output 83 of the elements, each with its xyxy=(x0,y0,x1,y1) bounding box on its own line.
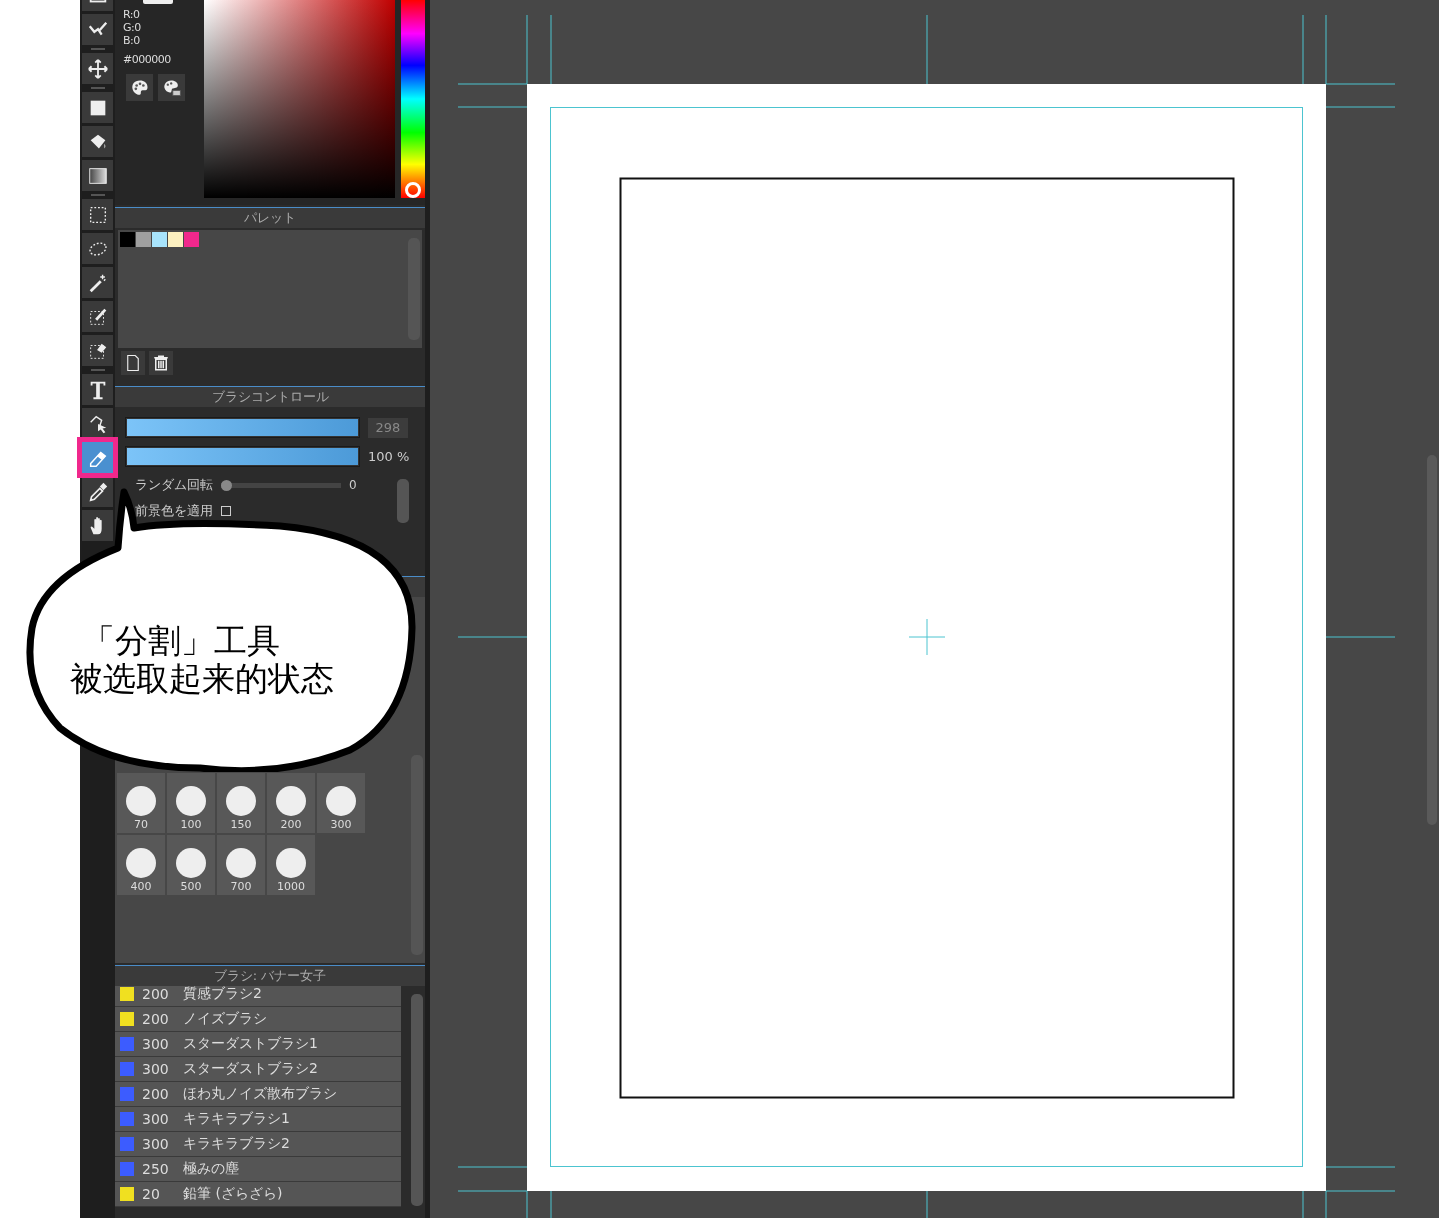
palette-swatch[interactable] xyxy=(152,232,167,247)
brush-name: 鉛筆 (ざらざら) xyxy=(183,1185,283,1203)
size-value[interactable]: 298 xyxy=(368,417,408,438)
tool-button[interactable] xyxy=(82,476,113,507)
scrollbar[interactable] xyxy=(411,994,423,1206)
brush-size-tile[interactable]: 1000 xyxy=(267,835,315,895)
slider-thumb[interactable] xyxy=(405,182,422,198)
palette-swatch[interactable] xyxy=(184,232,199,247)
brush-size: 300 xyxy=(142,1061,170,1077)
brush-name: 極みの塵 xyxy=(183,1160,239,1178)
panel-title: ブラシコントロール xyxy=(211,388,329,406)
hue-slider[interactable] xyxy=(401,0,425,198)
tool-button[interactable] xyxy=(82,267,113,298)
new-page-button[interactable] xyxy=(121,351,145,375)
tool-button[interactable] xyxy=(82,233,113,264)
callout-text: 被选取起来的状态 xyxy=(70,660,335,698)
option-label: 前景色を適用 xyxy=(135,502,213,520)
brush-row[interactable]: 250 極みの塵 xyxy=(115,1157,401,1182)
tool-button[interactable] xyxy=(82,199,113,230)
brush-size: 300 xyxy=(142,1036,170,1052)
brush-row[interactable]: 300 キラキラブラシ1 xyxy=(115,1107,401,1132)
brush-row[interactable]: 300 スターダストブラシ1 xyxy=(115,1032,401,1057)
channel-value: R:0 xyxy=(123,8,141,21)
scrollbar[interactable] xyxy=(397,479,409,523)
brush-name: キラキラブラシ1 xyxy=(183,1110,290,1128)
tool-button[interactable] xyxy=(82,92,113,123)
tool-button[interactable] xyxy=(82,301,113,332)
checkbox[interactable] xyxy=(221,506,231,516)
tool-button[interactable] xyxy=(82,14,113,45)
tool-button[interactable] xyxy=(82,510,113,541)
hex-value: #000000 xyxy=(123,53,172,66)
move-icon xyxy=(86,57,109,80)
tool-button[interactable] xyxy=(82,335,113,366)
brush-size-tile[interactable]: 70 xyxy=(117,773,165,833)
brush-name: スターダストブラシ1 xyxy=(183,1035,318,1053)
brush-size-tile[interactable]: 100 xyxy=(167,773,215,833)
panel-title: ブラシ: バナー女子 xyxy=(213,967,327,985)
brush-size-tile[interactable]: 500 xyxy=(167,835,215,895)
brush-size-tile[interactable]: 150 xyxy=(217,773,265,833)
palette-swatch[interactable] xyxy=(120,232,135,247)
palette-swatch[interactable] xyxy=(136,232,151,247)
channel-value: B:0 xyxy=(123,34,141,47)
tool-button[interactable] xyxy=(82,374,113,405)
brush-name: スターダストブラシ2 xyxy=(183,1060,318,1078)
brush-size-tile[interactable]: 700 xyxy=(217,835,265,895)
channel-value: G:0 xyxy=(123,21,142,34)
brush-row[interactable]: 20 鉛筆 (ざらざら) xyxy=(115,1182,401,1207)
saturation-value-field[interactable] xyxy=(204,0,396,198)
brush-size: 300 xyxy=(142,1111,170,1127)
palette-button[interactable] xyxy=(126,74,153,101)
tool-button[interactable] xyxy=(82,408,113,439)
brush-size: 300 xyxy=(142,1136,170,1152)
opacity-value: 100 % xyxy=(368,449,410,464)
brush-size-tile[interactable]: 400 xyxy=(117,835,165,895)
brush-size-tile[interactable]: 200 xyxy=(267,773,315,833)
brush-row[interactable]: 300 スターダストブラシ2 xyxy=(115,1057,401,1082)
option-value: 0 xyxy=(349,478,357,492)
tool-button[interactable] xyxy=(82,126,113,157)
palette-swatch[interactable] xyxy=(168,232,183,247)
trash-icon xyxy=(152,354,170,372)
brush-name: ほわ丸ノイズ散布ブラシ xyxy=(183,1085,337,1103)
delete-button[interactable] xyxy=(149,351,173,375)
brush-name: 質感ブラシ2 xyxy=(183,986,262,1003)
brush-size: 20 xyxy=(142,1186,161,1202)
panel-title: パレット xyxy=(244,209,296,227)
brush-row[interactable]: 200 ほわ丸ノイズ散布ブラシ xyxy=(115,1082,401,1107)
slider-thumb[interactable] xyxy=(221,479,232,491)
callout-text: 「分割」工具 xyxy=(82,622,281,660)
brush-size: 200 xyxy=(142,1011,170,1027)
brush-name: キラキラブラシ2 xyxy=(183,1135,290,1153)
brush-size: 200 xyxy=(142,1086,170,1102)
brush-row[interactable]: 200 質感ブラシ2 xyxy=(115,986,401,1007)
tool-button[interactable] xyxy=(82,160,113,191)
brush-size-tile[interactable]: 300 xyxy=(317,773,365,833)
palette-settings-button[interactable] xyxy=(158,74,185,101)
tool-button[interactable] xyxy=(82,53,113,84)
brush-name: ノイズブラシ xyxy=(183,1010,267,1028)
brush-size: 200 xyxy=(142,986,170,1002)
brush-size: 250 xyxy=(142,1161,170,1177)
brush-row[interactable]: 300 キラキラブラシ2 xyxy=(115,1132,401,1157)
page-icon xyxy=(124,354,142,372)
brush-row[interactable]: 200 ノイズブラシ xyxy=(115,1007,401,1032)
option-label: ランダム回転 xyxy=(135,476,213,494)
